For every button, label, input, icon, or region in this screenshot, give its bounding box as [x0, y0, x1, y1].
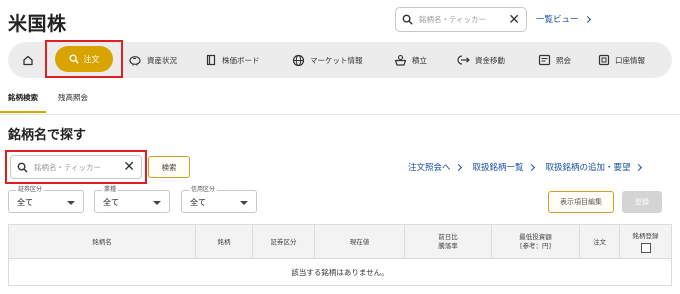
industry-label: 業種	[102, 186, 119, 194]
col-category: 証券区分	[252, 225, 314, 259]
chevron-right-icon	[634, 163, 642, 171]
action-links: 注文照会へ 取扱銘柄一覧 取扱銘柄の追加・要望	[408, 161, 642, 173]
table-header: 銘柄名 銘柄 証券区分 現在値 前日比 騰落率 最低投資額 [参考：円] 注文 銘柄…	[9, 225, 671, 259]
order-inquiry-label: 注文照会へ	[408, 163, 451, 173]
register-button[interactable]: 登録	[622, 191, 662, 213]
caret-down-icon	[240, 201, 248, 205]
margin-type-value: 全て	[190, 198, 206, 207]
col-register-label: 銘柄登録	[632, 231, 659, 240]
top-search-input[interactable]: 銘柄名・ティッカー ✕	[395, 7, 527, 32]
security-type-label: 証券区分	[16, 186, 45, 194]
industry-value: 全て	[103, 198, 119, 207]
security-type-select[interactable]: 証券区分 全て	[8, 186, 84, 213]
subtab-divider	[0, 114, 680, 115]
nav-item-board[interactable]: 株価ボード	[206, 42, 260, 78]
col-change-line1: 前日比	[438, 233, 458, 241]
col-min-investment: 最低投資額 [参考：円]	[491, 225, 579, 259]
chevron-right-icon	[527, 163, 535, 171]
top-search-placeholder: 銘柄名・ティッカー	[419, 15, 487, 24]
subtabs: 銘柄検索 残高照会	[0, 92, 88, 113]
page-title: 米国株	[8, 13, 67, 35]
caret-down-icon	[67, 201, 75, 205]
col-change-line2: 騰落率	[438, 242, 458, 250]
nav-label-account: 口座情報	[615, 55, 645, 65]
inquiry-icon	[538, 54, 551, 66]
select-all-checkbox[interactable]	[640, 242, 651, 253]
nav-item-savings[interactable]: 積立	[394, 42, 427, 78]
tab-balance[interactable]: 残高照会	[58, 92, 88, 113]
stock-search-placeholder: 銘柄名・ティッカー	[34, 162, 102, 172]
nav-label-assets: 資産状況	[147, 55, 177, 65]
nav-item-transfer[interactable]: 資金移動	[456, 42, 505, 78]
results-table: 銘柄名 銘柄 証券区分 現在値 前日比 騰落率 最低投資額 [参考：円] 注文 銘柄…	[8, 224, 672, 286]
handled-list-label: 取扱銘柄一覧	[472, 163, 524, 173]
empty-message: 該当する銘柄はありません。	[291, 268, 389, 277]
col-code-label: 銘柄	[217, 237, 231, 246]
nav-label-board: 株価ボード	[222, 55, 260, 65]
home-icon	[23, 55, 33, 66]
search-highlight: 銘柄名・ティッカー ✕	[5, 150, 147, 184]
nav-label-savings: 積立	[412, 55, 427, 65]
caret-down-icon	[153, 201, 161, 205]
industry-select[interactable]: 業種 全て	[94, 186, 170, 213]
order-highlight: 注文	[45, 40, 123, 78]
nav-item-market[interactable]: マーケット情報	[292, 42, 363, 78]
chevron-right-icon	[583, 15, 591, 23]
col-name-label: 銘柄名	[92, 237, 112, 246]
nav-item-inquiry[interactable]: 照会	[538, 42, 571, 78]
nav-label-order: 注文	[83, 54, 100, 64]
request-label: 取扱銘柄の追加・要望	[545, 163, 631, 173]
col-change: 前日比 騰落率	[404, 225, 491, 259]
col-register: 銘柄登録	[619, 225, 671, 259]
col-price: 現在値	[314, 225, 404, 259]
account-icon	[598, 54, 610, 66]
nav-item-order[interactable]: 注文	[55, 46, 113, 72]
savings-icon	[394, 54, 407, 66]
margin-type-label: 信用区分	[189, 186, 218, 194]
nav-item-account[interactable]: 口座情報	[598, 42, 645, 78]
list-view-link[interactable]: 一覧ビュー	[536, 13, 591, 25]
section-title: 銘柄名で探す	[8, 128, 87, 143]
tab-stock-search[interactable]: 銘柄検索	[0, 92, 46, 113]
chevron-right-icon	[454, 163, 462, 171]
col-category-label: 証券区分	[270, 237, 297, 246]
margin-type-select[interactable]: 信用区分 全て	[181, 186, 257, 213]
col-order-label: 注文	[593, 237, 606, 246]
board-icon	[206, 54, 216, 66]
search-button[interactable]: 検索	[148, 156, 190, 178]
col-name: 銘柄名	[9, 225, 195, 259]
nav-label-inquiry: 照会	[556, 55, 571, 65]
col-order: 注文	[579, 225, 619, 259]
nav-label-transfer: 資金移動	[475, 55, 505, 65]
globe-icon	[292, 54, 305, 66]
transfer-icon	[457, 55, 470, 65]
search-icon	[17, 162, 28, 173]
handled-list-link[interactable]: 取扱銘柄一覧	[472, 161, 535, 173]
display-edit-button[interactable]: 表示項目編集	[548, 191, 614, 213]
nav-item-home[interactable]	[22, 42, 34, 78]
col-price-label: 現在値	[349, 237, 370, 246]
security-type-value: 全て	[17, 198, 33, 207]
nav-item-assets[interactable]: 資産状況	[128, 42, 177, 78]
request-link[interactable]: 取扱銘柄の追加・要望	[545, 161, 642, 173]
col-code: 銘柄	[195, 225, 252, 259]
order-inquiry-link[interactable]: 注文照会へ	[408, 161, 462, 173]
search-icon	[402, 14, 413, 25]
col-min-line2: [参考：円]	[519, 242, 552, 250]
nav-label-market: マーケット情報	[310, 55, 363, 65]
piggy-bank-icon	[129, 56, 141, 66]
search-icon	[69, 54, 79, 64]
col-min-line1: 最低投資額	[519, 233, 552, 241]
list-view-label: 一覧ビュー	[536, 15, 579, 25]
clear-icon[interactable]: ✕	[508, 13, 520, 27]
stock-search-input[interactable]: 銘柄名・ティッカー ✕	[10, 155, 142, 179]
clear-icon[interactable]: ✕	[123, 160, 135, 174]
